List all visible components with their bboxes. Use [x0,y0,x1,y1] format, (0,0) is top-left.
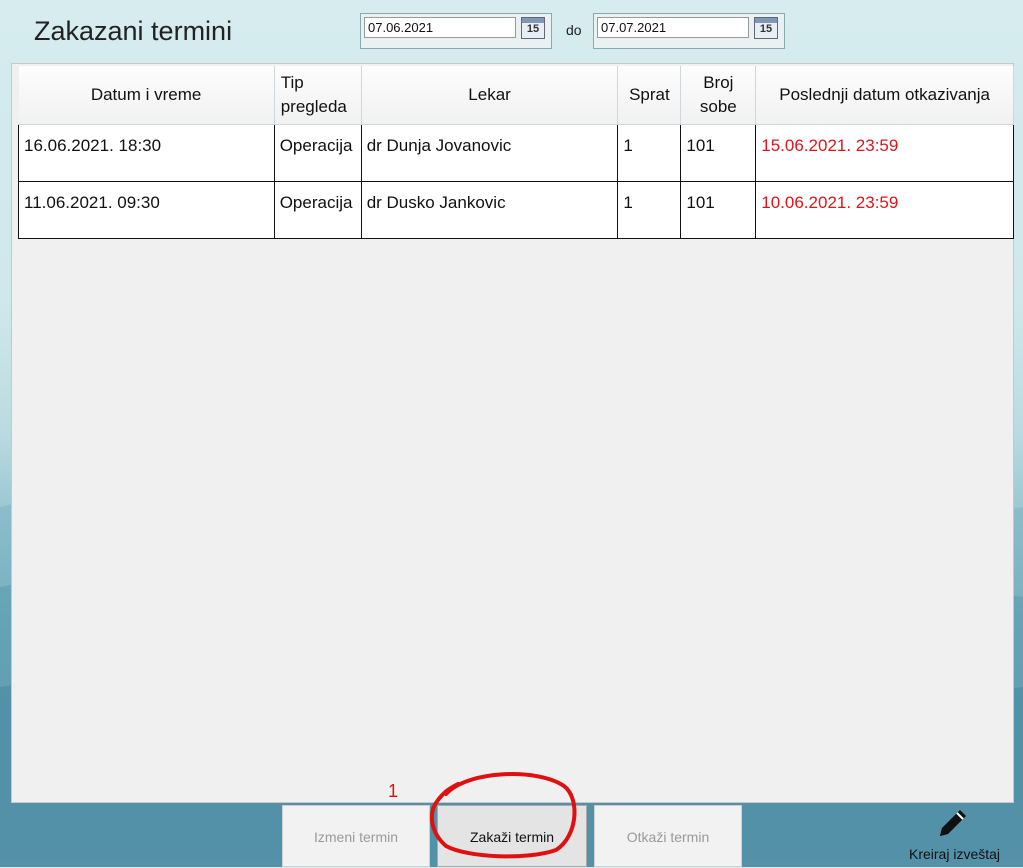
cell-cancel-deadline: 15.06.2021. 23:59 [755,124,1014,182]
calendar-icon[interactable]: 15 [521,17,545,39]
date-from-input[interactable] [364,17,516,38]
column-header-room[interactable]: Broj sobe [680,66,757,125]
column-header-type[interactable]: Tip pregleda [274,66,362,125]
cancel-appointment-button[interactable]: Otkaži termin [594,805,742,867]
cell-cancel-deadline: 10.06.2021. 23:59 [755,181,1014,239]
cell-datetime: 16.06.2021. 18:30 [18,124,275,182]
cell-doctor: dr Dusko Jankovic [360,181,619,239]
cell-room: 101 [680,181,757,239]
date-to-input[interactable] [597,17,749,38]
table-header-row: Datum i vreme Tip pregleda Lekar Sprat B… [18,66,1014,125]
column-header-doctor[interactable]: Lekar [361,66,619,125]
date-range-separator: do [566,22,582,38]
cell-datetime: 11.06.2021. 09:30 [18,181,275,239]
create-report-button[interactable]: Kreiraj izveštaj [902,802,1007,864]
column-header-datetime[interactable]: Datum i vreme [18,66,275,125]
date-to-picker[interactable]: 15 [593,13,785,49]
create-report-label: Kreiraj izveštaj [908,846,1001,862]
table-row[interactable]: 11.06.2021. 09:30 Operacija dr Dusko Jan… [18,181,1014,239]
column-header-floor[interactable]: Sprat [617,66,682,125]
cell-floor: 1 [617,181,682,239]
date-from-picker[interactable]: 15 [360,13,552,49]
column-header-cancel-deadline[interactable]: Poslednji datum otkazivanja [755,66,1014,125]
pencil-icon [940,810,966,836]
edit-appointment-button[interactable]: Izmeni termin [282,805,430,867]
cell-type: Operacija [273,181,362,239]
schedule-appointment-button[interactable]: Zakaži termin [437,805,587,867]
annotation-number: 1 [388,781,399,801]
cell-room: 101 [680,124,757,182]
appointments-table: Datum i vreme Tip pregleda Lekar Sprat B… [18,66,1014,239]
appointments-panel: Datum i vreme Tip pregleda Lekar Sprat B… [11,63,1014,803]
calendar-icon[interactable]: 15 [754,17,778,39]
cell-floor: 1 [617,124,682,182]
cell-doctor: dr Dunja Jovanovic [360,124,619,182]
cell-type: Operacija [273,124,362,182]
page-title: Zakazani termini [34,16,233,46]
table-row[interactable]: 16.06.2021. 18:30 Operacija dr Dunja Jov… [18,124,1014,182]
